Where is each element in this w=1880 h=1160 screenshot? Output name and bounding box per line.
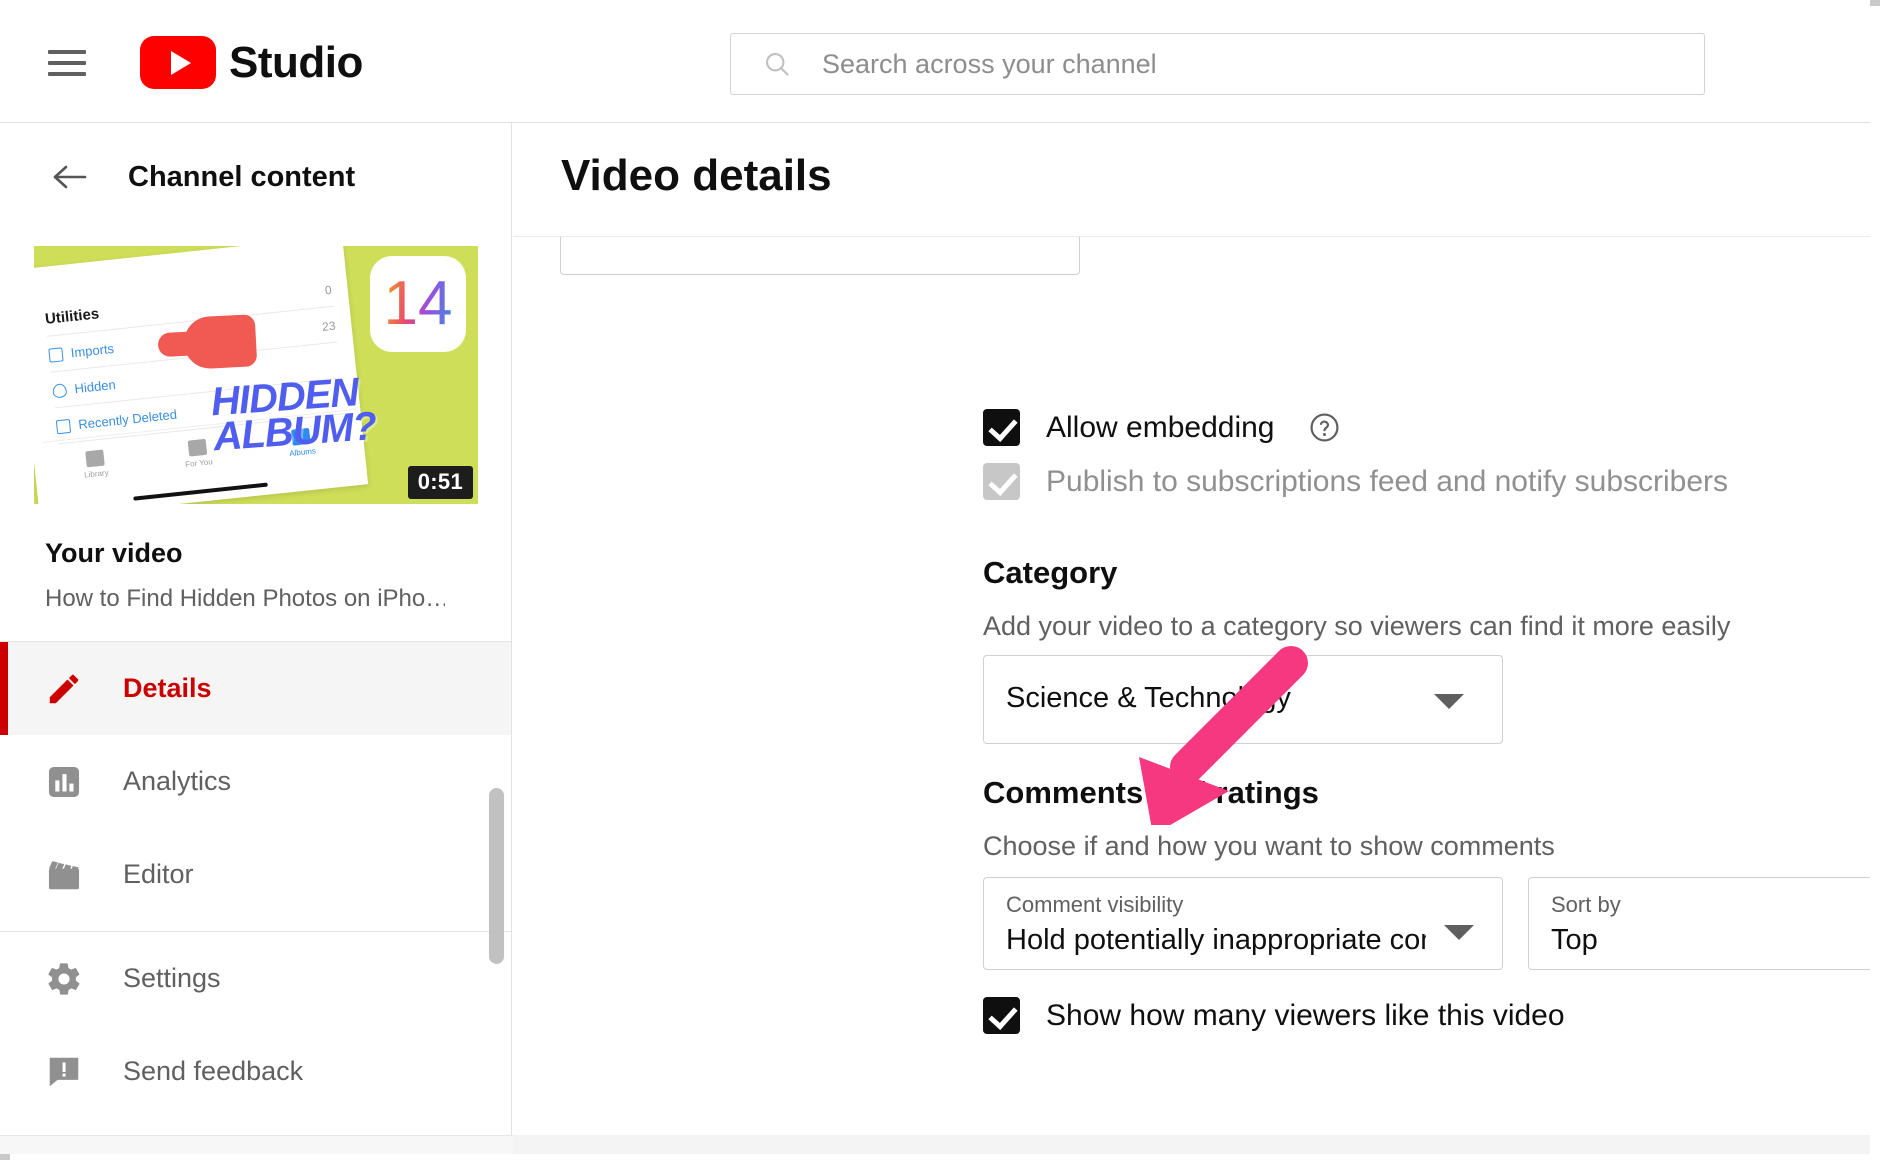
sidebar-scrollbar-thumb[interactable] — [489, 788, 504, 964]
feedback-icon — [45, 1053, 83, 1091]
back-arrow-icon[interactable] — [52, 162, 88, 192]
comment-visibility-value: Hold potentially inappropriate com… — [1006, 924, 1426, 957]
sidebar-item-settings[interactable]: Settings — [0, 932, 511, 1025]
search-icon — [763, 50, 791, 78]
search-input[interactable]: Search across your channel — [730, 33, 1705, 95]
sidebar-item-label: Analytics — [123, 766, 231, 797]
video-duration-badge: 0:51 — [408, 466, 473, 499]
show-likes-row[interactable]: Show how many viewers like this video — [983, 997, 1565, 1034]
brand-text: Studio — [229, 38, 363, 88]
publish-subscriptions-checkbox — [983, 463, 1020, 500]
category-dropdown[interactable]: Science & Technology — [983, 655, 1503, 744]
sidebar-item-details[interactable]: Details — [0, 642, 511, 735]
studio-brand-logo[interactable]: Studio — [140, 36, 363, 89]
import-icon — [48, 347, 63, 362]
details-form: Standard YouTube License Allow embedding… — [513, 237, 1870, 1154]
comment-visibility-dropdown[interactable]: Comment visibility Hold potentially inap… — [983, 877, 1503, 970]
comments-section-subtitle: Choose if and how you want to show comme… — [983, 831, 1555, 862]
publish-subscriptions-row: Publish to subscriptions feed and notify… — [983, 463, 1728, 500]
youtube-logo-icon — [140, 36, 216, 89]
youtube-studio-window: Studio Search across your channel Channe… — [0, 0, 1880, 1160]
main-content: Video details Standard YouTube License A… — [513, 123, 1870, 1154]
allow-embedding-label: Allow embedding — [1046, 411, 1274, 445]
video-title-text: How to Find Hidden Photos on iPho… — [45, 585, 445, 613]
category-value: Science & Technology — [1006, 682, 1291, 715]
your-video-label: Your video — [45, 538, 511, 569]
chevron-down-icon[interactable] — [1434, 694, 1464, 709]
allow-embedding-row[interactable]: Allow embedding — [983, 409, 1340, 446]
top-bar: Studio Search across your channel — [0, 0, 1870, 123]
trash-icon — [56, 418, 71, 433]
main-bottom-strip — [513, 1135, 1870, 1154]
row-label: Hidden — [74, 377, 117, 396]
sidebar-item-label: Editor — [123, 859, 194, 890]
pointing-hand-icon — [183, 314, 258, 370]
tab-label: Library — [84, 468, 109, 480]
comment-visibility-label: Comment visibility — [1006, 892, 1183, 918]
library-icon — [85, 449, 105, 467]
sidebar-header-title: Channel content — [128, 161, 355, 194]
show-likes-label: Show how many viewers like this video — [1046, 999, 1565, 1033]
sort-by-label: Sort by — [1551, 892, 1621, 918]
channel-content-back[interactable]: Channel content — [0, 123, 511, 231]
row-label: Imports — [70, 341, 115, 360]
sidebar-bottom-strip — [0, 1135, 513, 1154]
row-count: 0 — [324, 282, 332, 297]
play-triangle-icon — [171, 51, 191, 75]
page-title: Video details — [561, 151, 832, 201]
row-count: 23 — [321, 318, 336, 333]
sidebar-item-send-feedback[interactable]: Send feedback — [0, 1025, 511, 1118]
category-section-title: Category — [983, 555, 1117, 591]
search-placeholder-text: Search across your channel — [822, 49, 1157, 80]
chevron-down-icon[interactable] — [1444, 925, 1474, 940]
left-sidebar: Channel content Utilities 0 Imports 23 H… — [0, 123, 512, 1154]
hamburger-line — [48, 50, 86, 54]
help-circle-icon[interactable] — [1309, 412, 1340, 443]
pencil-icon — [45, 670, 83, 708]
hamburger-menu-icon[interactable] — [48, 50, 86, 76]
ios-version-number: 14 — [384, 273, 453, 335]
show-likes-checkbox[interactable] — [983, 997, 1020, 1034]
video-meta: Your video How to Find Hidden Photos on … — [0, 504, 511, 613]
foryou-icon — [187, 438, 207, 456]
clapperboard-icon — [45, 856, 83, 894]
sort-by-dropdown[interactable]: Sort by Top — [1528, 877, 1870, 970]
thumbnail-tab: For You — [183, 438, 213, 469]
thumbnail-overlay-text: HIDDEN ALBUM? — [210, 367, 478, 456]
ios-version-badge: 14 — [370, 256, 466, 352]
sidebar-item-label: Send feedback — [123, 1056, 303, 1087]
publish-subscriptions-label: Publish to subscriptions feed and notify… — [1046, 465, 1728, 499]
sidebar-item-label: Details — [123, 673, 212, 704]
gear-icon — [45, 960, 83, 998]
sidebar-item-label: Settings — [123, 963, 221, 994]
sidebar-item-analytics[interactable]: Analytics — [0, 735, 511, 828]
bar-chart-icon — [45, 763, 83, 801]
video-thumbnail[interactable]: Utilities 0 Imports 23 Hidden Recently D… — [34, 246, 478, 504]
sidebar-item-editor[interactable]: Editor — [0, 828, 511, 921]
row-label: Utilities — [44, 305, 100, 328]
hamburger-line — [48, 61, 86, 65]
sort-by-value: Top — [1551, 924, 1598, 957]
home-indicator — [133, 483, 268, 501]
hamburger-line — [48, 72, 86, 76]
comments-section-title: Comments and ratings — [983, 775, 1319, 811]
category-section-subtitle: Add your video to a category so viewers … — [983, 611, 1730, 642]
tab-label: For You — [185, 457, 213, 469]
eye-icon — [52, 383, 67, 398]
thumbnail-tab: Library — [82, 449, 109, 479]
main-header: Video details — [513, 123, 1870, 237]
allow-embedding-checkbox[interactable] — [983, 409, 1020, 446]
